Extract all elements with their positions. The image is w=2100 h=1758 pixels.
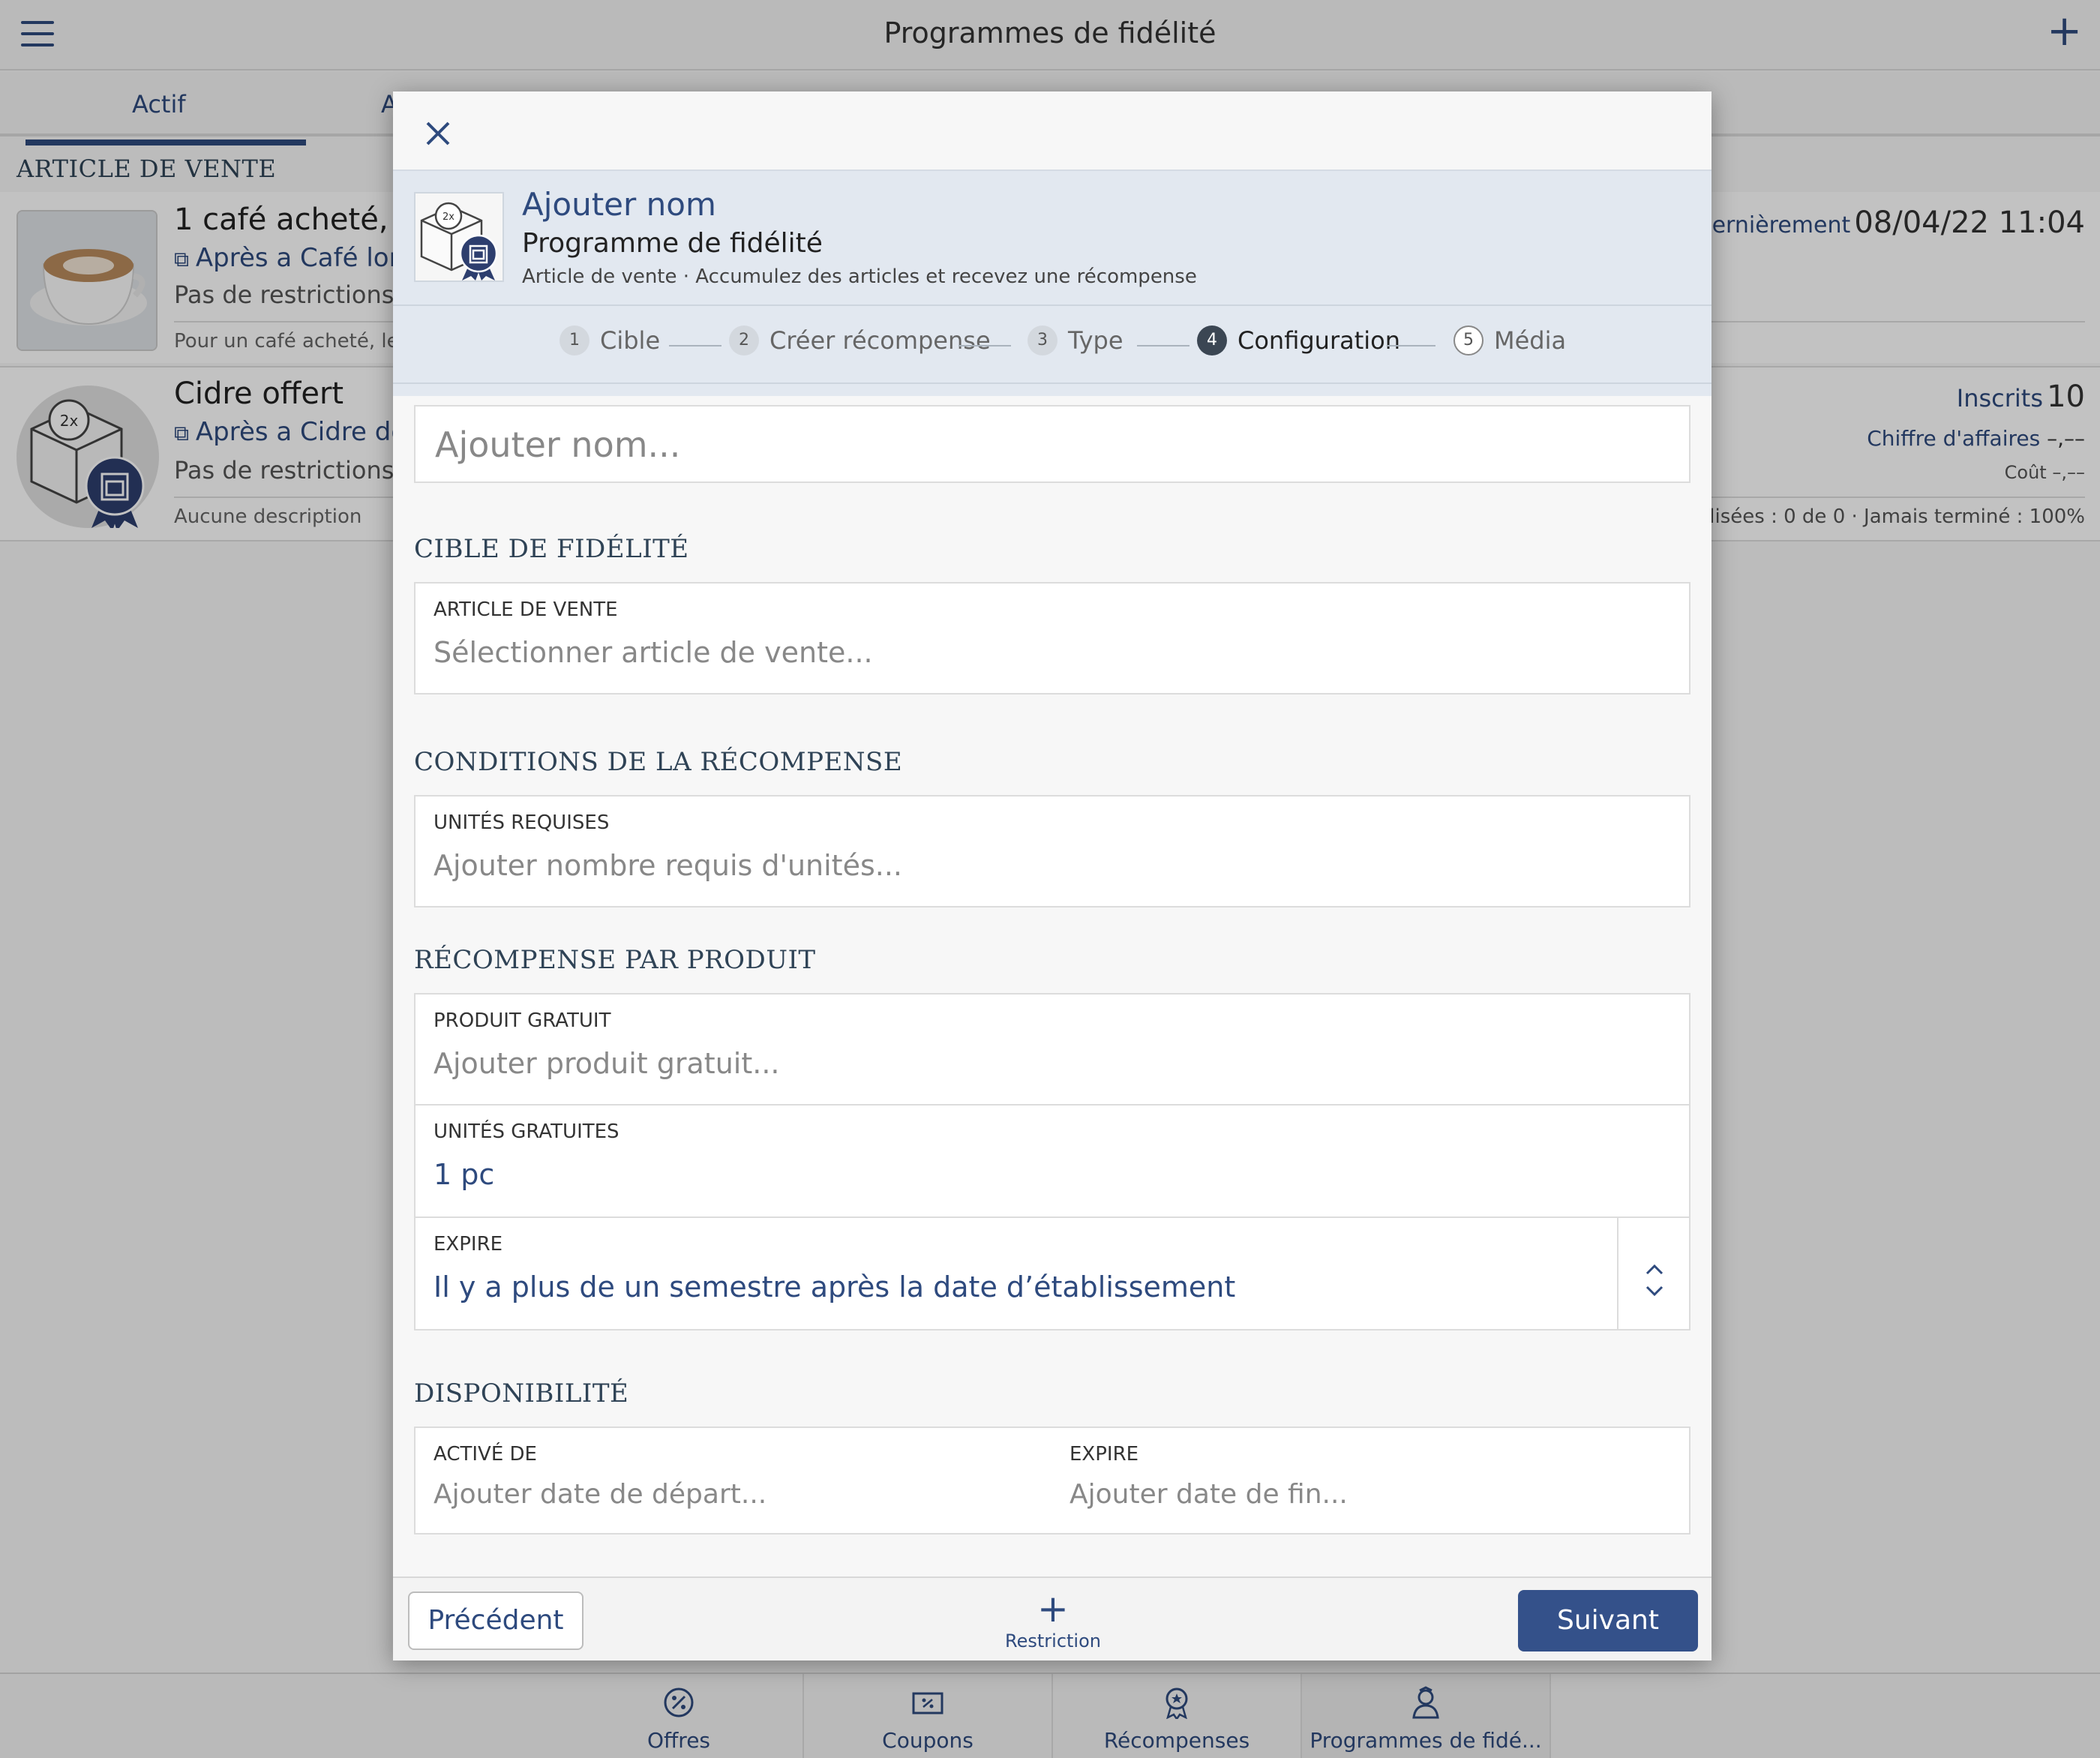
dialog-header: 2x Ajouter nom Programme de fidélité Art… <box>393 170 1712 396</box>
add-restriction-button[interactable]: + Restriction <box>993 1590 1113 1652</box>
select-chevrons-icon[interactable] <box>1617 1218 1689 1329</box>
wizard-steps: 1 Cible 2 Créer récompense 3 Type 4 Configur… <box>393 304 1712 384</box>
close-icon[interactable] <box>422 117 454 150</box>
free-units-field[interactable]: UNITÉS GRATUITES 1 pc <box>414 1106 1690 1218</box>
loyalty-program-icon: 2x <box>414 192 504 282</box>
dialog-footer: Précédent + Restriction Suivant <box>393 1576 1712 1660</box>
plus-icon: + <box>1037 1587 1069 1630</box>
dialog-program-type: Programme de fidélité <box>522 228 823 259</box>
section-product-reward: RÉCOMPENSE PAR PRODUIT <box>414 945 816 975</box>
step-media[interactable]: 5 Média <box>1454 326 1566 356</box>
dialog-title: Ajouter nom <box>522 186 716 223</box>
next-button[interactable]: Suivant <box>1518 1590 1698 1652</box>
section-reward-conditions: CONDITIONS DE LA RÉCOMPENSE <box>414 747 903 777</box>
app-root: Programmes de fidélité + Actif A ARTICLE… <box>0 0 2100 1758</box>
section-loyalty-target: CIBLE DE FIDÉLITÉ <box>414 534 689 564</box>
required-units-field[interactable]: UNITÉS REQUISES Ajouter nombre requis d'… <box>414 795 1690 908</box>
new-loyalty-program-dialog: 2x Ajouter nom Programme de fidélité Art… <box>393 92 1712 1660</box>
step-configuration[interactable]: 4 Configuration <box>1197 326 1400 356</box>
step-type[interactable]: 3 Type <box>1028 326 1124 356</box>
step-creer-recompense[interactable]: 2 Créer récompense <box>729 326 991 356</box>
free-product-field[interactable]: PRODUIT GRATUIT Ajouter produit gratuit.… <box>414 993 1690 1106</box>
end-date-field[interactable]: EXPIRE Ajouter date de fin... <box>1052 1426 1690 1534</box>
sale-article-field[interactable]: ARTICLE DE VENTE Sélectionner article de… <box>414 582 1690 694</box>
dialog-subtitle: Article de vente · Accumulez des article… <box>522 266 1197 288</box>
previous-button[interactable]: Précédent <box>408 1592 584 1650</box>
program-name-input[interactable]: Ajouter nom... <box>414 405 1690 483</box>
svg-text:2x: 2x <box>442 212 454 223</box>
reward-expire-select[interactable]: EXPIRE Il y a plus de un semestre après … <box>414 1218 1690 1330</box>
step-cible[interactable]: 1 Cible <box>560 326 660 356</box>
start-date-field[interactable]: ACTIVÉ DE Ajouter date de départ... <box>414 1426 1053 1534</box>
section-availability: DISPONIBILITÉ <box>414 1378 629 1408</box>
